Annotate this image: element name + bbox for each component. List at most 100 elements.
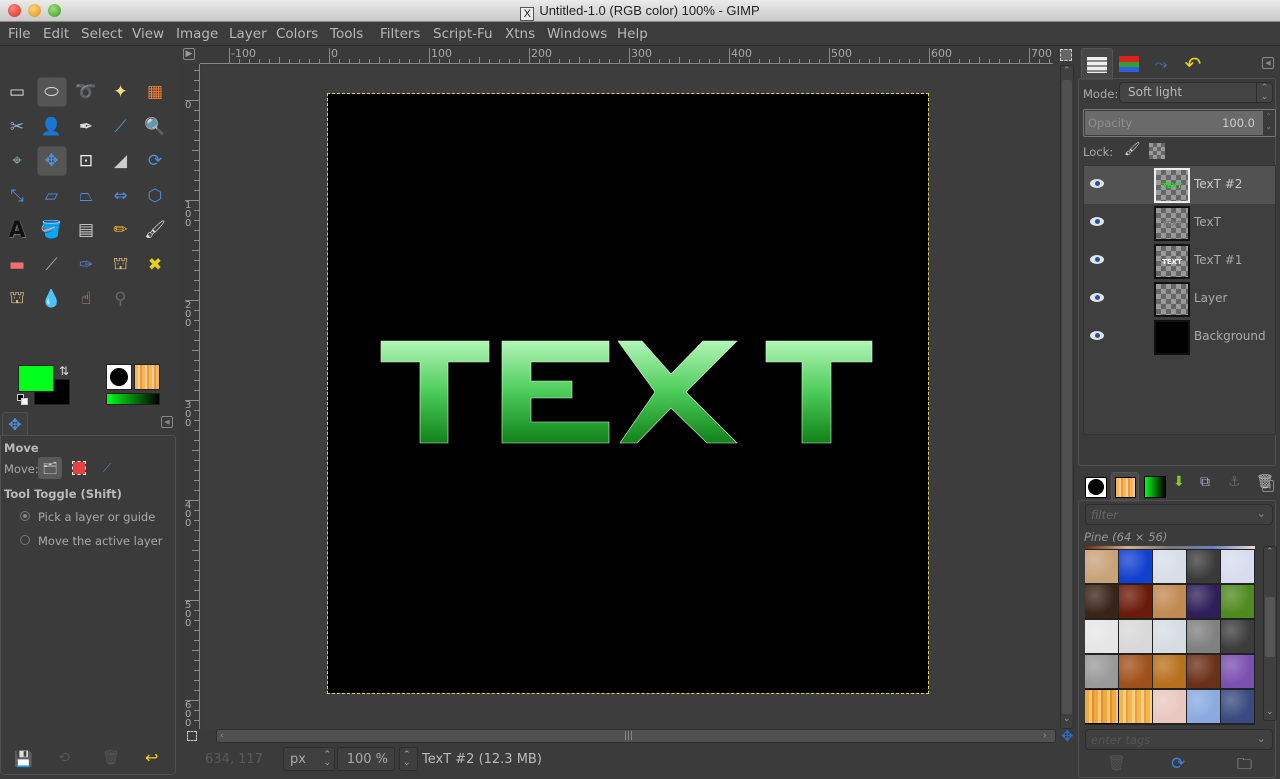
quick-mask-toggle[interactable]: [187, 731, 197, 741]
tool-select-by-color[interactable]: ▦: [140, 77, 170, 107]
mode-dropdown[interactable]: Soft light ⌃ ⌄: [1119, 82, 1273, 103]
pattern-scroll-thumb[interactable]: [1265, 597, 1275, 657]
visibility-eye-icon[interactable]: [1090, 217, 1104, 226]
pattern-swatch[interactable]: [1153, 655, 1186, 688]
visibility-eye-icon[interactable]: [1090, 255, 1104, 264]
tab-channels[interactable]: [1113, 48, 1145, 80]
anchor-layer-icon[interactable]: ⚓: [1228, 474, 1241, 490]
menu-layer[interactable]: Layer: [229, 26, 267, 42]
save-options-icon[interactable]: 💾: [14, 750, 33, 768]
foreground-color-swatch[interactable]: [18, 365, 54, 392]
opacity-spin-icon[interactable]: ⌃ ⌄: [1265, 112, 1272, 132]
scroll-down-icon[interactable]: ⌄: [1063, 714, 1071, 724]
tool-pencil[interactable]: ✏: [106, 215, 136, 245]
layer-row[interactable]: TEXT TexT: [1084, 204, 1275, 242]
pattern-swatch[interactable]: [1187, 550, 1220, 583]
zoom-field[interactable]: 100 %: [337, 747, 395, 771]
active-pattern-preview[interactable]: [134, 364, 160, 390]
layers-dock-menu-button[interactable]: ◀: [1262, 57, 1274, 69]
tool-paths[interactable]: ✒: [71, 112, 101, 142]
horizontal-scroll-grip[interactable]: |||: [624, 731, 633, 741]
pattern-scrollbar[interactable]: ⌃ ⌄: [1263, 546, 1277, 721]
opacity-slider[interactable]: Opacity 100.0 ⌃ ⌄: [1083, 109, 1276, 137]
layer-thumbnail[interactable]: TEXT: [1154, 244, 1190, 279]
pattern-swatch[interactable]: [1119, 620, 1152, 653]
quick-mask-corner-icon[interactable]: [1060, 49, 1072, 61]
vertical-ruler[interactable]: 0 100 200 300 400 500 600: [180, 64, 200, 729]
tab-undo-history[interactable]: ↶: [1177, 48, 1209, 80]
pattern-swatch[interactable]: [1153, 690, 1186, 723]
lock-pixels-icon[interactable]: 🖌: [1124, 142, 1141, 157]
pattern-swatch[interactable]: [1119, 585, 1152, 618]
visibility-eye-icon[interactable]: [1090, 293, 1104, 302]
unit-selector[interactable]: px ⌃ ⌄: [283, 747, 335, 771]
tool-rotate[interactable]: ⟳: [140, 146, 170, 176]
menu-filters[interactable]: Filters: [380, 26, 420, 42]
pattern-swatch[interactable]: [1119, 690, 1152, 723]
pick-layer-radio[interactable]: [20, 511, 30, 521]
delete-pattern-icon[interactable]: 🗑: [1107, 754, 1126, 772]
tool-heal[interactable]: ✖: [140, 250, 170, 280]
horizontal-scrollbar[interactable]: ‹ ||| ›: [216, 729, 1056, 743]
active-gradient-preview[interactable]: [106, 393, 160, 405]
pattern-swatch[interactable]: [1085, 585, 1118, 618]
tool-options-tab[interactable]: ✥: [2, 412, 28, 436]
tool-paintbrush[interactable]: 🖌: [140, 215, 170, 245]
tags-input[interactable]: enter tags ⌄: [1085, 729, 1273, 750]
pattern-swatch[interactable]: [1085, 689, 1119, 724]
pattern-swatch[interactable]: [1187, 620, 1220, 653]
move-active-layer-radio[interactable]: [20, 535, 30, 545]
default-colors-icon[interactable]: [17, 394, 29, 406]
pattern-swatch[interactable]: [1221, 655, 1254, 688]
menu-edit[interactable]: Edit: [43, 26, 69, 42]
pattern-swatch[interactable]: [1221, 690, 1254, 723]
vertical-scroll-thumb[interactable]: [1062, 80, 1072, 714]
tab-gradients[interactable]: [1141, 472, 1169, 502]
tool-bucket-fill[interactable]: 🪣: [37, 215, 67, 245]
tool-color-picker[interactable]: ⟋: [106, 112, 136, 142]
tab-layers[interactable]: [1081, 48, 1113, 80]
image-menu-button[interactable]: ▶: [183, 48, 195, 60]
pattern-swatch[interactable]: [1119, 550, 1152, 583]
horizontal-ruler[interactable]: -100 0 100 200 300 400 500 600 700: [200, 46, 1053, 64]
scroll-up-icon[interactable]: ⌃: [1266, 547, 1274, 557]
pattern-swatch[interactable]: [1153, 620, 1186, 653]
tool-ellipse-select[interactable]: ⬭: [36, 77, 67, 107]
scroll-down-icon[interactable]: ⌄: [1266, 707, 1274, 717]
layer-row[interactable]: Layer: [1084, 280, 1275, 318]
tool-blur[interactable]: 💧: [37, 284, 67, 314]
tool-perspective-clone[interactable]: ⛫: [2, 284, 32, 314]
tool-smudge[interactable]: ☝: [71, 284, 101, 314]
tab-patterns[interactable]: [1111, 472, 1139, 502]
refresh-patterns-icon[interactable]: ⟳: [1171, 754, 1185, 774]
tool-airbrush[interactable]: ⟋: [37, 250, 67, 280]
swap-colors-icon[interactable]: ⇅: [59, 364, 69, 378]
layer-thumbnail[interactable]: TEXT: [1154, 168, 1190, 203]
tab-brushes[interactable]: [1082, 472, 1110, 502]
tool-flip[interactable]: ⇔: [106, 181, 136, 211]
delete-options-icon[interactable]: 🗑: [102, 750, 120, 766]
menu-tools[interactable]: Tools: [330, 26, 363, 42]
pattern-swatch[interactable]: [1221, 585, 1254, 618]
tool-measure[interactable]: ⌖: [2, 146, 32, 176]
pattern-swatch[interactable]: [1187, 585, 1220, 618]
tool-eraser[interactable]: ▬: [2, 250, 32, 280]
menu-windows[interactable]: Windows: [547, 26, 607, 42]
open-pattern-folder-icon[interactable]: 🗀: [1237, 754, 1252, 779]
tool-text[interactable]: A: [2, 215, 32, 245]
canvas-viewport[interactable]: [201, 65, 1058, 729]
tool-rect-select[interactable]: ▭: [2, 77, 32, 107]
pattern-swatch[interactable]: [1085, 655, 1118, 688]
menu-select[interactable]: Select: [81, 26, 123, 42]
pattern-swatch[interactable]: [1153, 585, 1186, 618]
lock-alpha-icon[interactable]: [1149, 143, 1165, 159]
pattern-swatch[interactable]: [1153, 550, 1186, 583]
menu-colors[interactable]: Colors: [276, 26, 318, 42]
layer-row[interactable]: TEXT TexT #1: [1084, 242, 1275, 280]
tool-clone[interactable]: ⛫: [106, 250, 136, 280]
vertical-scrollbar[interactable]: ⌃ ⌄: [1060, 65, 1074, 729]
scroll-right-icon[interactable]: ›: [1043, 731, 1047, 741]
tab-paths[interactable]: ⤳: [1145, 48, 1177, 80]
tool-crop[interactable]: ◢: [106, 146, 136, 176]
tool-dodge-burn[interactable]: ⚲: [106, 284, 136, 314]
